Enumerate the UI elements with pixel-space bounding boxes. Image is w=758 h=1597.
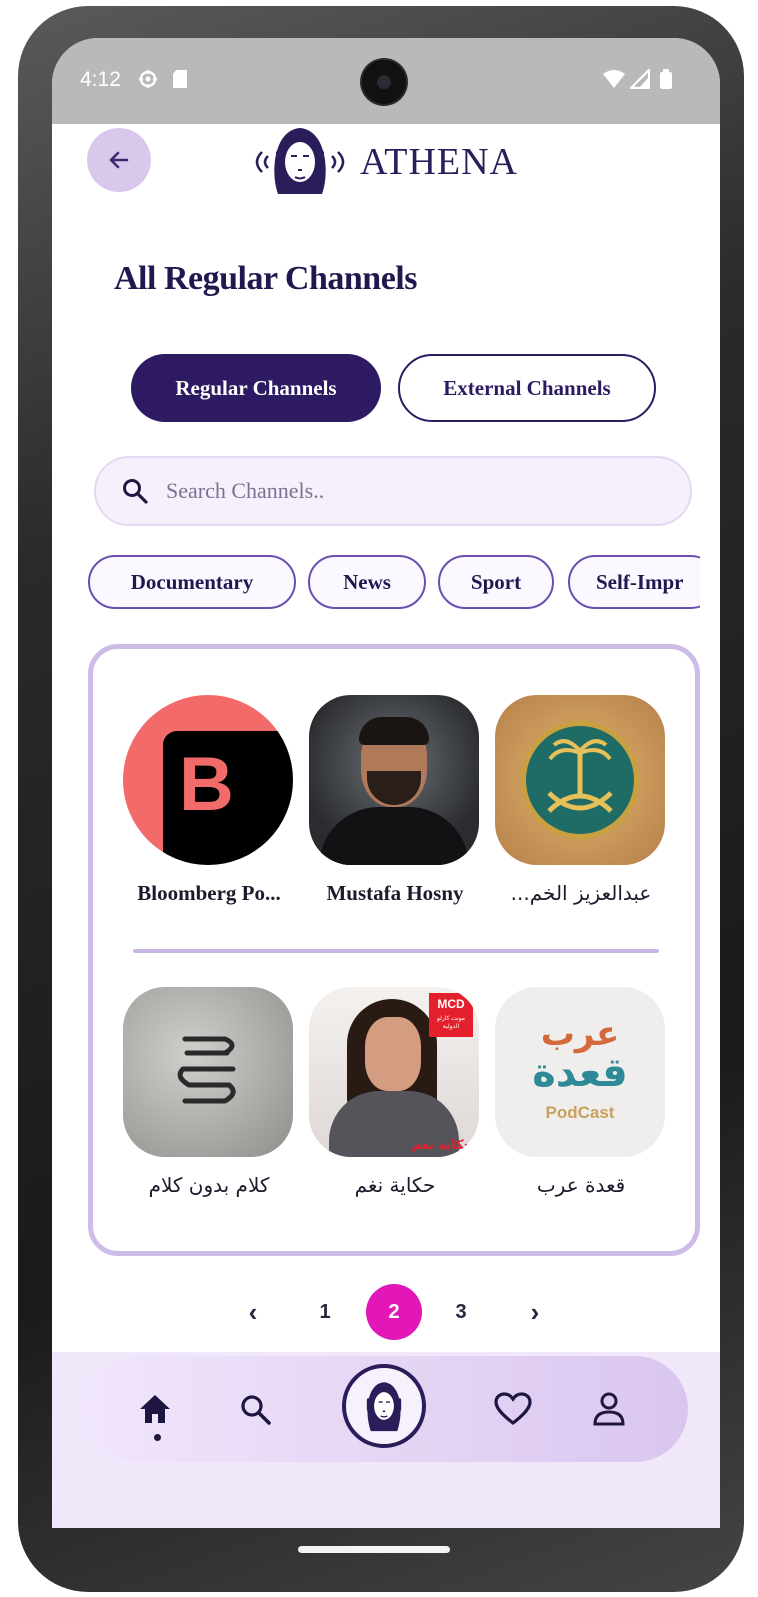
home-icon[interactable] <box>130 1384 180 1434</box>
bloomberg-logo: B <box>123 695 293 865</box>
pagination-page-1[interactable]: 1 <box>310 1284 340 1340</box>
arrow-left-icon <box>109 151 129 169</box>
status-bar: 4:12 <box>52 38 720 124</box>
chip-documentary[interactable]: Documentary <box>88 555 296 609</box>
heart-icon[interactable] <box>488 1384 538 1434</box>
calligraphy-logo <box>123 987 293 1157</box>
page-title: All Regular Channels <box>114 260 417 297</box>
search-icon <box>123 479 148 504</box>
bottom-nav <box>82 1356 688 1462</box>
channel-name: Bloomberg Po... <box>137 881 281 905</box>
search-input[interactable] <box>164 477 648 505</box>
channel-card[interactable]: B Bloomberg Po... <box>123 695 295 906</box>
channel-card[interactable]: MCD مونت كارلو الدولية حكاية نغم حكاية ن… <box>309 987 481 1197</box>
tab-regular-channels[interactable]: Regular Channels <box>131 354 381 422</box>
woman-portrait: MCD مونت كارلو الدولية حكاية نغم <box>309 987 479 1157</box>
back-button[interactable] <box>87 128 151 192</box>
pagination-page-3[interactable]: 3 <box>446 1284 476 1340</box>
signal-icon <box>628 67 651 94</box>
athena-logo-icon <box>255 128 345 194</box>
mcd-badge: MCD مونت كارلو الدولية <box>429 993 473 1037</box>
brand-name: ATHENA <box>360 141 518 183</box>
man-portrait <box>309 695 479 865</box>
athena-home-button[interactable] <box>342 1364 426 1448</box>
saudi-emblem <box>495 695 665 865</box>
channel-card[interactable]: ...عبدالعزيز الخم <box>495 695 667 905</box>
app-logo: ATHENA <box>250 122 518 202</box>
app-screen: 4:12 ATHENA All Regular Channels Regular… <box>52 38 720 1528</box>
gear-icon <box>138 69 158 94</box>
pagination-prev[interactable]: ‹ <box>238 1284 268 1340</box>
front-camera <box>362 60 406 104</box>
chip-sport[interactable]: Sport <box>438 555 554 609</box>
sd-card-icon <box>172 69 188 94</box>
pagination-page-2[interactable]: 2 <box>366 1284 422 1340</box>
tab-external-channels[interactable]: External Channels <box>398 354 656 422</box>
row-divider <box>133 949 659 953</box>
status-time: 4:12 <box>80 68 121 91</box>
athena-logo-icon <box>366 1382 402 1432</box>
channel-name: قعدة عرب <box>536 1173 626 1197</box>
channel-name: كلام بدون كلام <box>148 1173 270 1197</box>
search-bar[interactable] <box>94 456 692 526</box>
channel-name: Mustafa Hosny <box>326 881 464 905</box>
profile-icon[interactable] <box>584 1384 634 1434</box>
battery-icon <box>660 69 672 94</box>
wifi-icon <box>602 69 626 94</box>
search-icon[interactable] <box>230 1384 280 1434</box>
channel-card[interactable]: Mustafa Hosny <box>309 695 481 906</box>
category-chips: Documentary News Sport Self-Impr <box>88 553 700 613</box>
channels-grid: B Bloomberg Po... Mustafa Hosny ...عبدال… <box>88 644 700 1256</box>
channel-name: حكاية نغم <box>354 1173 436 1197</box>
home-indicator[interactable] <box>298 1546 450 1553</box>
chip-news[interactable]: News <box>308 555 426 609</box>
channel-card[interactable]: عرب قعدة PodCast قعدة عرب <box>495 987 667 1197</box>
qaadat-arab-podcast: عرب قعدة PodCast <box>495 987 665 1157</box>
chip-self-improvement[interactable]: Self-Impr <box>568 555 700 609</box>
pagination-next[interactable]: › <box>520 1284 550 1340</box>
channel-card[interactable]: كلام بدون كلام <box>123 987 295 1197</box>
active-tab-indicator <box>154 1434 161 1441</box>
channel-name: ...عبدالعزيز الخم <box>510 881 652 905</box>
